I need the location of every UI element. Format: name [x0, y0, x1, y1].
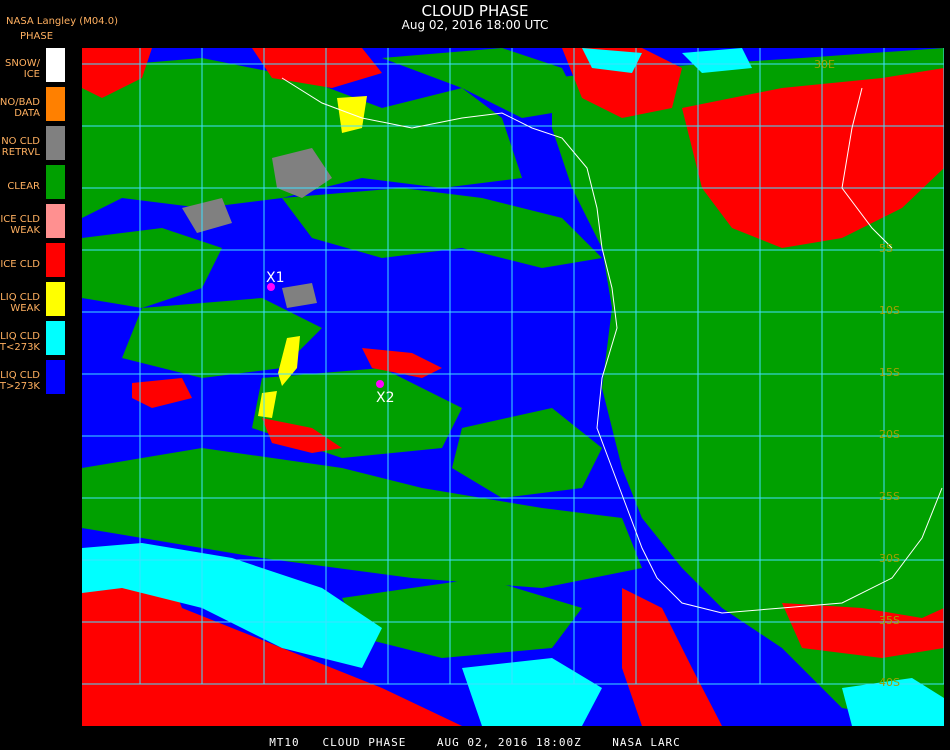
- legend-swatch: [46, 360, 65, 394]
- legend-swatch: [46, 204, 65, 238]
- lat-label-20s: 20S: [879, 428, 900, 441]
- legend-item-snow-ice: SNOW/ ICE: [0, 48, 66, 82]
- legend-swatch: [46, 321, 65, 355]
- lon-label-30e: 30E: [814, 58, 835, 71]
- legend-swatch: [46, 126, 65, 160]
- legend-swatch: [46, 165, 65, 199]
- legend-label: SNOW/ ICE: [5, 58, 40, 80]
- legend-label: NO CLD RETRVL: [1, 136, 40, 158]
- lat-label-30s: 30S: [879, 552, 900, 565]
- legend-label: LIQ CLD WEAK: [0, 292, 40, 314]
- legend-item-liquid-cloud-warm: LIQ CLD T>273K: [0, 360, 66, 394]
- lat-label-5s: 5S: [879, 242, 893, 255]
- legend-item-clear: CLEAR: [0, 165, 66, 199]
- lat-label-25s: 25S: [879, 490, 900, 503]
- legend-swatch: [46, 48, 65, 82]
- legend-item-no-cloud-retrieval: NO CLD RETRVL: [0, 126, 66, 160]
- marker-x2-label: X2: [376, 390, 395, 406]
- cloud-phase-map: 5S 10S 15S 20S 25S 30S 35S 40S 30E X1 X2: [82, 48, 944, 726]
- legend-item-ice-cloud-weak: ICE CLD WEAK: [0, 204, 66, 238]
- producer-label: NASA Langley (M04.0): [6, 16, 118, 27]
- legend-label: NO/BAD DATA: [0, 97, 40, 119]
- legend-title: PHASE: [20, 31, 54, 42]
- marker-x2-dot: [376, 380, 384, 388]
- legend-item-no-bad-data: NO/BAD DATA: [0, 87, 66, 121]
- legend-swatch: [46, 87, 65, 121]
- marker-x1-label: X1: [266, 270, 285, 286]
- legend-label: ICE CLD WEAK: [0, 214, 40, 236]
- lat-label-15s: 15S: [879, 366, 900, 379]
- lat-label-10s: 10S: [879, 304, 900, 317]
- map-footer: MT10 CLOUD PHASE AUG 02, 2016 18:00Z NAS…: [269, 736, 681, 749]
- legend-label: LIQ CLD T>273K: [0, 370, 40, 392]
- lat-label-35s: 35S: [879, 614, 900, 627]
- legend-label: CLEAR: [7, 181, 40, 192]
- legend-label: ICE CLD: [0, 259, 40, 270]
- legend-label: LIQ CLD T<273K: [0, 331, 40, 353]
- legend-item-liquid-cloud-cold: LIQ CLD T<273K: [0, 321, 66, 355]
- lat-label-40s: 40S: [879, 676, 900, 689]
- map-timestamp: Aug 02, 2016 18:00 UTC: [401, 18, 549, 32]
- legend-swatch: [46, 243, 65, 277]
- legend-item-liquid-cloud-weak: LIQ CLD WEAK: [0, 282, 66, 316]
- legend-item-ice-cloud: ICE CLD: [0, 243, 66, 277]
- legend-swatch: [46, 282, 65, 316]
